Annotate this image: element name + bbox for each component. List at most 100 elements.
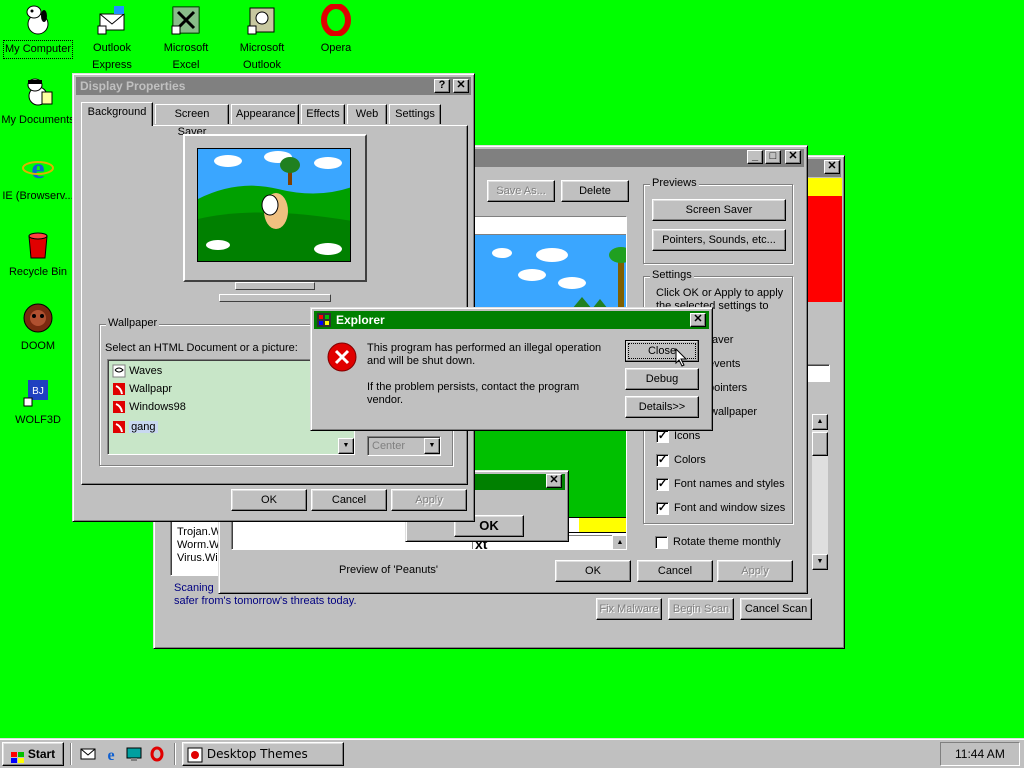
pointers-sounds-button[interactable]: Pointers, Sounds, etc... (652, 229, 786, 251)
scan-status: Scaning (174, 582, 214, 594)
fix-malware-button[interactable]: Fix Malware (596, 598, 662, 620)
desktop-icon-wolf3d[interactable]: BJ WOLF3D (0, 376, 76, 429)
tab-appearance[interactable]: Appearance (231, 104, 299, 124)
monitor-stand (235, 282, 315, 290)
setting-label: Font and window sizes (674, 502, 786, 514)
tab-label: Settings (395, 108, 435, 120)
setting-row-font-sizes[interactable]: ✓ Font and window sizes (656, 501, 790, 517)
svg-text:BJ: BJ (32, 386, 44, 397)
scroll-thumb[interactable] (812, 432, 828, 456)
wallpaper-preview-image (198, 151, 350, 261)
list-item[interactable]: Waves (112, 364, 162, 382)
desktop-icon-my-computer[interactable]: My Computer (0, 4, 76, 59)
display-apply-button[interactable]: Apply (391, 489, 467, 511)
details-button[interactable]: Details>> (625, 396, 699, 418)
my-computer-icon (22, 4, 54, 36)
scanner-field[interactable] (806, 364, 830, 382)
cancel-scan-button[interactable]: Cancel Scan (740, 598, 812, 620)
error-message-line1: This program has performed an illegal op… (367, 342, 602, 354)
html-document-icon (112, 364, 126, 378)
explorer-error-dialog[interactable]: Explorer ✕ This program has performed an… (310, 307, 713, 431)
error-titlebar[interactable]: Explorer (314, 311, 709, 329)
checkbox-icons[interactable]: ✓ (656, 430, 669, 443)
desktop-icon-recycle-bin[interactable]: Recycle Bin (0, 228, 76, 281)
error-message-line3: If the problem persists, contact the pro… (367, 381, 580, 393)
taskbar-task-desktop-themes[interactable]: Desktop Themes (182, 742, 344, 766)
start-button[interactable]: Start (2, 742, 64, 766)
themes-ok-button[interactable]: OK (555, 560, 631, 582)
display-properties-window[interactable]: Display Properties ? ✕ Background Screen… (72, 73, 475, 522)
screen-saver-button[interactable]: Screen Saver (652, 199, 786, 221)
desktop-icon-doom[interactable]: DOOM (0, 302, 76, 355)
excel-icon (170, 4, 202, 36)
taskbar: Start e Desktop Themes 11:44 AM (0, 738, 1024, 768)
opera-icon (320, 3, 352, 37)
quick-launch-desktop-icon[interactable] (126, 746, 142, 762)
wallpaper-label: Wallpaper (106, 317, 160, 329)
tab-web[interactable]: Web (347, 104, 387, 124)
display-cancel-button[interactable]: Cancel (311, 489, 387, 511)
desktop-icon-excel[interactable]: Microsoft Excel (148, 4, 224, 74)
quick-launch-ie-icon[interactable]: e (103, 746, 119, 764)
desktop-icon-label: Microsoft Outlook (239, 42, 285, 71)
help-icon[interactable]: ? (434, 79, 450, 93)
desktop-icon-my-documents[interactable]: My Documents (0, 76, 76, 129)
checkbox-colors[interactable]: ✓ (656, 454, 669, 467)
delete-button[interactable]: Delete (561, 180, 629, 202)
doom-icon (22, 302, 54, 334)
setting-row-icons[interactable]: ✓ Icons (656, 429, 786, 445)
previews-group: Previews Screen Saver Pointers, Sounds, … (643, 177, 793, 264)
tab-settings[interactable]: Settings (389, 104, 441, 124)
close-icon[interactable]: ✕ (824, 160, 840, 174)
list-item-selected[interactable]: gang (112, 420, 158, 438)
wolf3d-icon: BJ (22, 376, 54, 408)
checkbox-font-sizes[interactable]: ✓ (656, 502, 669, 515)
setting-row-colors[interactable]: ✓ Colors (656, 453, 786, 469)
themes-cancel-button[interactable]: Cancel (637, 560, 713, 582)
desktop-icon-opera[interactable]: Opera (298, 3, 374, 57)
display-properties-titlebar[interactable]: Display Properties (76, 77, 471, 95)
scroll-down-icon[interactable]: ▼ (338, 438, 354, 454)
checkbox-rotate-theme[interactable] (655, 536, 668, 549)
monitor-preview (183, 134, 367, 304)
maximize-icon[interactable]: □ (765, 150, 781, 164)
desktop-icon-outlook-express[interactable]: Outlook Express (74, 4, 150, 74)
scroll-down-icon[interactable]: ▼ (812, 554, 828, 570)
display-mode-select[interactable]: Center ▼ (367, 436, 441, 456)
tab-background[interactable]: Background (81, 102, 153, 126)
desktop-icon-outlook[interactable]: Microsoft Outlook (224, 4, 300, 74)
scanner-scrollbar[interactable]: ▲ ▼ (812, 414, 828, 570)
desktop-icon-label: WOLF3D (15, 414, 61, 426)
bitmap-file-icon (113, 401, 125, 413)
tab-strip: Background Screen Saver Appearance Effec… (81, 102, 471, 138)
debug-button[interactable]: Debug (625, 368, 699, 390)
error-message-line4: vendor. (367, 394, 404, 406)
tab-label: Appearance (236, 108, 296, 120)
tab-effects[interactable]: Effects (301, 104, 345, 124)
chevron-down-icon[interactable]: ▼ (424, 438, 440, 454)
monitor-base (219, 294, 331, 302)
system-tray: 11:44 AM (940, 742, 1020, 766)
clock[interactable]: 11:44 AM (955, 747, 1005, 761)
close-icon[interactable]: ✕ (785, 150, 801, 164)
begin-scan-button[interactable]: Begin Scan (668, 598, 734, 620)
quick-launch-opera-icon[interactable] (149, 746, 165, 762)
quick-launch-outlook-express-icon[interactable] (80, 746, 96, 762)
close-icon[interactable]: ✕ (453, 79, 469, 93)
tab-label: Web (355, 108, 379, 120)
list-item[interactable]: Wallpapr (112, 382, 172, 400)
scroll-up-icon[interactable]: ▲ (812, 414, 828, 430)
themes-apply-button[interactable]: Apply (717, 560, 793, 582)
display-ok-button[interactable]: OK (231, 489, 307, 511)
save-as-button[interactable]: Save As... (487, 180, 555, 202)
tab-screen-saver[interactable]: Screen Saver (155, 104, 229, 138)
checkbox-font-names[interactable]: ✓ (656, 478, 669, 491)
close-icon[interactable]: ✕ (690, 313, 706, 327)
list-item[interactable]: Windows98 (112, 400, 186, 418)
windows-logo-icon (10, 749, 25, 763)
rotate-theme-row[interactable]: Rotate theme monthly (655, 535, 805, 551)
minimize-icon[interactable]: _ (747, 150, 763, 164)
setting-row-font-names[interactable]: ✓ Font names and styles (656, 477, 790, 493)
preview-caption: Preview of 'Peanuts' (339, 564, 438, 576)
desktop-icon-ie[interactable]: e IE (Browserv... (0, 152, 76, 205)
